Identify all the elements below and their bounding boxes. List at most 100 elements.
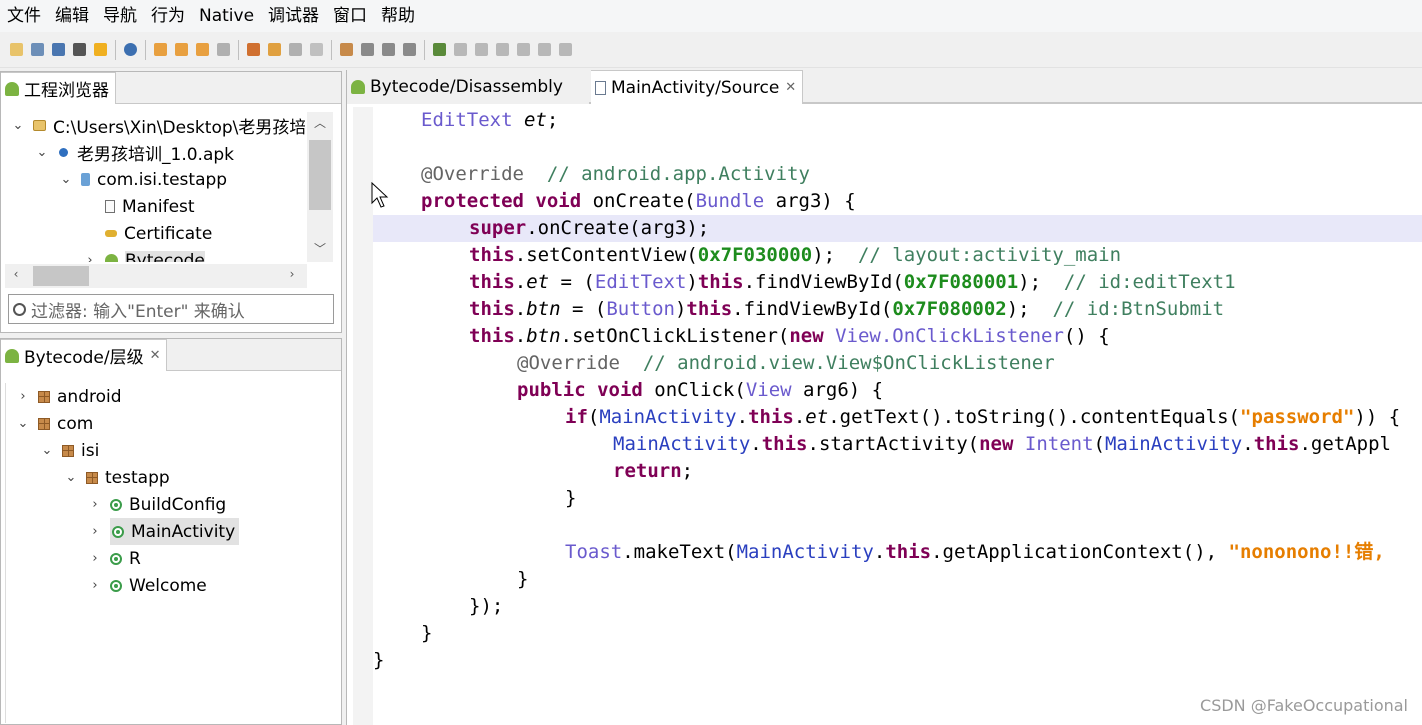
toolbar — [0, 32, 1422, 68]
toolbar-separator — [145, 39, 146, 60]
code-line: this.setContentView(0x7F030000); // layo… — [469, 244, 1122, 266]
tab-mainactivity-source[interactable]: MainActivity/Source ✕ — [591, 70, 804, 104]
step-out-icon[interactable] — [559, 43, 572, 56]
chevron-down-icon[interactable]: ⌄ — [40, 443, 54, 458]
code-line: Toast.makeText(MainActivity.this.getAppl… — [565, 541, 1385, 563]
wrench-icon[interactable] — [52, 43, 65, 56]
tab-bytecode-disassembly[interactable]: Bytecode/Disassembly — [347, 70, 589, 104]
chevron-down-icon[interactable]: ⌄ — [11, 118, 25, 133]
tree-node-label: C:\Users\Xin\Desktop\老男孩培训 — [53, 118, 305, 138]
stop-icon[interactable] — [496, 43, 509, 56]
chevron-right-icon[interactable]: › — [88, 497, 102, 512]
step-over-icon[interactable] — [538, 43, 551, 56]
code-token: public — [517, 379, 586, 401]
document-icon[interactable] — [310, 43, 323, 56]
tree-node-bytecode[interactable]: › Bytecode — [83, 247, 205, 262]
tree-node-mainactivity[interactable]: › MainActivity — [88, 518, 240, 545]
tab-bytecode-hierarchy[interactable]: Bytecode/层级 ✕ — [1, 339, 168, 371]
code-token: super — [469, 217, 527, 239]
scroll-right-arrow-icon[interactable]: › — [281, 267, 303, 281]
tree-node-folder[interactable]: ⌄ C:\Users\Xin\Desktop\老男孩培训 — [11, 112, 305, 139]
save-icon[interactable] — [31, 43, 44, 56]
debug-bug-icon[interactable] — [433, 43, 446, 56]
tree-node-certificate[interactable]: Certificate — [83, 220, 212, 247]
jump-back-icon[interactable] — [175, 43, 188, 56]
code-token: 0x7F030000 — [697, 244, 813, 266]
run-icon[interactable] — [454, 43, 467, 56]
editor-tabbar: Bytecode/Disassembly MainActivity/Source… — [347, 70, 1422, 104]
chevron-down-icon[interactable]: ⌄ — [64, 470, 78, 485]
pause-icon[interactable] — [475, 43, 488, 56]
step-into-icon[interactable] — [517, 43, 530, 56]
folder-icon — [33, 120, 46, 131]
code-line: this.et = (EditText)this.findViewById(0x… — [469, 271, 1236, 293]
menu-file[interactable]: 文件 — [0, 0, 48, 32]
globe-icon[interactable] — [124, 43, 137, 56]
forward-arrow-icon[interactable] — [217, 43, 230, 56]
code-token: this — [885, 541, 932, 563]
pencil-icon[interactable] — [289, 43, 302, 56]
code-token: new — [979, 433, 1014, 455]
tab-project-explorer[interactable]: 工程浏览器 — [1, 72, 116, 104]
menu-action[interactable]: 行为 — [144, 0, 192, 32]
manifest-file-icon — [105, 200, 115, 213]
graph-icon[interactable] — [382, 43, 395, 56]
scroll-down-arrow-icon[interactable]: ﹀ — [309, 240, 331, 257]
tree-node-package[interactable]: ⌄ com.isi.testapp — [59, 166, 228, 193]
chevron-right-icon[interactable]: › — [88, 551, 102, 566]
menu-native[interactable]: Native — [192, 0, 261, 32]
code-line: } — [373, 649, 385, 671]
horizontal-scrollbar[interactable]: ‹ › — [5, 264, 307, 288]
menu-help[interactable]: 帮助 — [374, 0, 422, 32]
filter-input[interactable]: 过滤器: 输入"Enter" 来确认 — [8, 294, 334, 324]
tree-node-welcome[interactable]: › Welcome — [88, 572, 206, 599]
back-arrow-icon[interactable] — [196, 43, 209, 56]
chevron-down-icon[interactable]: ⌄ — [59, 172, 73, 187]
menu-window[interactable]: 窗口 — [326, 0, 374, 32]
chevron-down-icon[interactable]: ⌄ — [35, 145, 49, 160]
tree-node-apk[interactable]: ⌄ 老男孩培训_1.0.apk — [35, 139, 234, 166]
scrollbar-thumb[interactable] — [309, 140, 331, 210]
code-token: if — [565, 406, 588, 428]
scrollbar-thumb[interactable] — [33, 266, 89, 286]
close-icon[interactable]: ✕ — [785, 80, 796, 95]
decompile-icon[interactable] — [247, 43, 260, 56]
code-area[interactable]: EditText et; @Override // android.app.Ac… — [373, 107, 1422, 725]
tree-node-r[interactable]: › R — [88, 545, 140, 572]
tree-node-com[interactable]: ⌄ com — [16, 410, 94, 437]
package-icon[interactable] — [340, 43, 353, 56]
scroll-left-arrow-icon[interactable]: ‹ — [5, 267, 27, 281]
chevron-right-icon[interactable]: › — [88, 578, 102, 593]
bytecode-hierarchy-view: Bytecode/层级 ✕ › android ⌄ com ⌄ isi ⌄ te… — [0, 338, 342, 725]
code-token: MainActivity — [1104, 433, 1243, 455]
code-token: EditText — [421, 109, 513, 131]
tree-node-manifest[interactable]: Manifest — [83, 193, 195, 220]
code-token: // id:editText1 — [1063, 271, 1236, 293]
warning-icon[interactable] — [94, 43, 107, 56]
package-icon — [86, 471, 98, 484]
scroll-up-arrow-icon[interactable]: ︿ — [309, 114, 331, 131]
chevron-right-icon[interactable]: › — [88, 524, 102, 539]
delete-icon[interactable] — [73, 43, 86, 56]
comment-icon[interactable] — [268, 43, 281, 56]
tree-node-buildconfig[interactable]: › BuildConfig — [88, 491, 226, 518]
code-token: // android.view.View$OnClickListener — [642, 352, 1055, 374]
tree-node-android[interactable]: › android — [16, 383, 121, 410]
chevron-right-icon[interactable]: › — [16, 389, 30, 404]
jump-icon[interactable] — [154, 43, 167, 56]
tree-icon[interactable] — [403, 43, 416, 56]
search-icon — [13, 302, 26, 316]
menu-navigate[interactable]: 导航 — [96, 0, 144, 32]
code-token: this — [1253, 433, 1300, 455]
code-token: View — [745, 379, 792, 401]
vertical-scrollbar[interactable]: ︿ ﹀ — [307, 112, 333, 262]
menu-edit[interactable]: 编辑 — [48, 0, 96, 32]
chevron-right-icon[interactable]: › — [83, 253, 97, 262]
hierarchy-icon[interactable] — [361, 43, 374, 56]
menu-debugger[interactable]: 调试器 — [261, 0, 326, 32]
open-folder-icon[interactable] — [10, 43, 23, 56]
tree-node-testapp[interactable]: ⌄ testapp — [64, 464, 170, 491]
close-icon[interactable]: ✕ — [150, 348, 161, 363]
chevron-down-icon[interactable]: ⌄ — [16, 416, 30, 431]
tree-node-isi[interactable]: ⌄ isi — [40, 437, 100, 464]
